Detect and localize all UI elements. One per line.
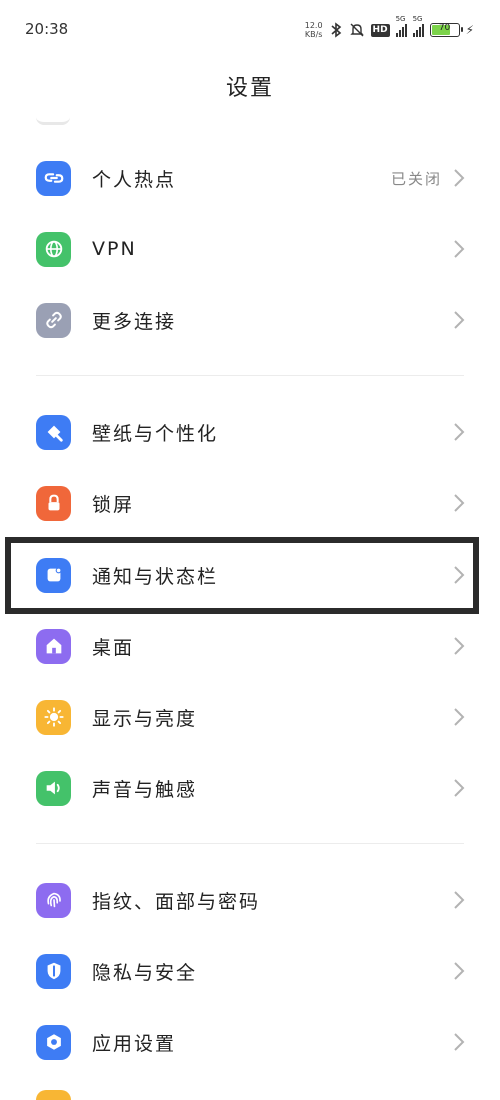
chevron-right-icon xyxy=(454,637,465,655)
settings-item-app-settings[interactable]: 应用设置 xyxy=(0,1012,500,1072)
settings-item-label: 隐私与安全 xyxy=(92,961,198,984)
chevron-right-icon xyxy=(454,494,465,512)
section-divider xyxy=(36,843,464,844)
chevron-right-icon xyxy=(454,891,465,909)
settings-item-label: 个人热点 xyxy=(92,168,177,191)
page-title: 设置 xyxy=(225,76,274,101)
sun-icon xyxy=(36,699,71,735)
speaker-icon xyxy=(36,770,71,806)
settings-item-value: 已关闭 xyxy=(390,169,442,188)
settings-item-more-connections[interactable]: 更多连接 xyxy=(0,290,500,350)
settings-item-label: 指纹、面部与密码 xyxy=(92,890,261,913)
hotspot-icon xyxy=(36,160,71,196)
chevron-right-icon xyxy=(454,240,465,258)
settings-item-lock-screen[interactable]: 锁屏 xyxy=(0,473,500,533)
net-speed-value: 12.0 xyxy=(304,21,323,30)
chevron-right-icon xyxy=(454,708,465,726)
section-divider xyxy=(36,375,464,376)
settings-item-label: 壁纸与个性化 xyxy=(92,422,219,445)
battery-percent: 70 xyxy=(438,23,451,33)
mute-bell-icon xyxy=(349,23,364,37)
fingerprint-icon xyxy=(36,882,71,918)
status-bar: 20:38 12.0 KB/s HD 5G 5G 70 ⚡ xyxy=(0,0,500,58)
highlight-box xyxy=(5,537,479,614)
settings-item-label: 更多连接 xyxy=(92,310,177,333)
lock-icon xyxy=(36,485,71,521)
chevron-right-icon xyxy=(454,779,465,797)
settings-item-wallpaper[interactable]: 壁纸与个性化 xyxy=(0,402,500,462)
scrolled-item-edge xyxy=(36,117,70,125)
app-settings-icon xyxy=(36,1024,71,1060)
chevron-right-icon xyxy=(454,423,465,441)
globe-icon xyxy=(36,231,71,267)
link-icon xyxy=(36,302,71,338)
settings-item-label: 应用设置 xyxy=(92,1032,177,1055)
bluetooth-icon xyxy=(331,22,341,38)
home-icon xyxy=(36,628,71,664)
shield-icon xyxy=(36,953,71,989)
settings-item-fingerprint[interactable]: 指纹、面部与密码 xyxy=(0,870,500,930)
settings-item-desktop[interactable]: 桌面 xyxy=(0,616,500,676)
signal-icon-2: 5G xyxy=(412,15,424,37)
settings-item-label: 桌面 xyxy=(92,636,135,659)
charging-icon: ⚡ xyxy=(465,23,474,37)
next-item-icon-partial xyxy=(36,1090,71,1100)
chevron-right-icon xyxy=(454,311,465,329)
settings-item-sound[interactable]: 声音与触感 xyxy=(0,758,500,818)
settings-item-hotspot[interactable]: 个人热点 已关闭 xyxy=(0,148,500,208)
net-speed: 12.0 KB/s xyxy=(305,21,323,39)
status-icons: 12.0 KB/s HD 5G 5G 70 ⚡ xyxy=(305,15,474,42)
net-speed-unit: KB/s xyxy=(304,30,323,39)
settings-item-privacy[interactable]: 隐私与安全 xyxy=(0,941,500,1001)
chevron-right-icon xyxy=(454,1033,465,1051)
battery-icon: 70 xyxy=(429,23,463,37)
signal-icon: 5G xyxy=(395,15,407,37)
hd-badge: HD xyxy=(370,23,390,37)
signal1-label: 5G xyxy=(395,15,406,23)
chevron-right-icon xyxy=(454,962,465,980)
chevron-right-icon xyxy=(454,169,465,187)
settings-item-label: 锁屏 xyxy=(92,493,135,516)
status-time: 20:38 xyxy=(25,20,69,38)
settings-item-label: VPN xyxy=(92,238,137,260)
brush-icon xyxy=(36,414,71,450)
settings-item-label: 声音与触感 xyxy=(92,778,198,801)
settings-item-vpn[interactable]: VPN xyxy=(0,219,500,279)
signal2-label: 5G xyxy=(412,15,423,23)
settings-item-display[interactable]: 显示与亮度 xyxy=(0,687,500,747)
settings-item-label: 显示与亮度 xyxy=(92,707,198,730)
